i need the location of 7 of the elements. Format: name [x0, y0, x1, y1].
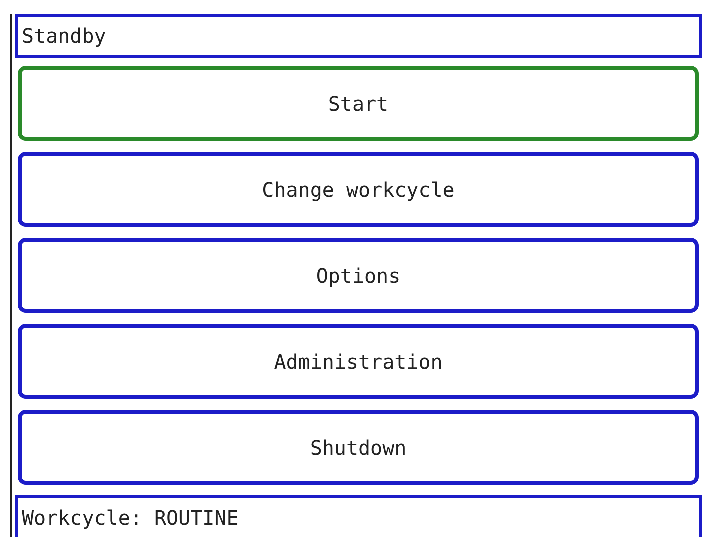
- menu-button[interactable]: Options: [18, 238, 699, 313]
- menu-button[interactable]: Shutdown: [18, 410, 699, 485]
- workcycle-bar: Workcycle: ROUTINE: [15, 495, 702, 537]
- menu-button[interactable]: Administration: [18, 324, 699, 399]
- status-bar: Standby: [15, 14, 702, 58]
- menu-button[interactable]: Start: [18, 66, 699, 141]
- menu-button[interactable]: Change workcycle: [18, 152, 699, 227]
